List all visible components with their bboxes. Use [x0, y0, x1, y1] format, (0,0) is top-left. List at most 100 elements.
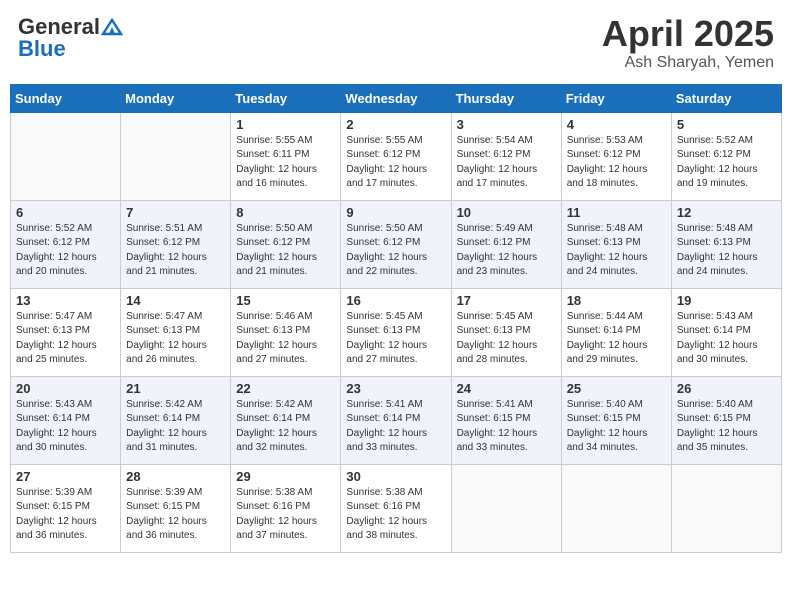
day-number: 18 [567, 293, 666, 308]
calendar-cell [121, 112, 231, 200]
weekday-header-monday: Monday [121, 84, 231, 112]
day-info: Sunrise: 5:38 AMSunset: 6:16 PMDaylight:… [236, 486, 335, 544]
calendar-cell: 3 Sunrise: 5:54 AMSunset: 6:12 PMDaylight… [451, 112, 561, 200]
day-number: 29 [236, 469, 335, 484]
calendar-cell [561, 464, 671, 552]
calendar-cell: 30 Sunrise: 5:38 AMSunset: 6:16 PMDayligh… [341, 464, 451, 552]
day-number: 21 [126, 381, 225, 396]
day-info: Sunrise: 5:52 AMSunset: 6:12 PMDaylight:… [677, 134, 776, 192]
day-number: 25 [567, 381, 666, 396]
day-number: 3 [457, 117, 556, 132]
day-info: Sunrise: 5:40 AMSunset: 6:15 PMDaylight:… [677, 398, 776, 456]
day-number: 10 [457, 205, 556, 220]
day-number: 19 [677, 293, 776, 308]
day-info: Sunrise: 5:53 AMSunset: 6:12 PMDaylight:… [567, 134, 666, 192]
day-info: Sunrise: 5:48 AMSunset: 6:13 PMDaylight:… [677, 222, 776, 280]
calendar-cell: 27 Sunrise: 5:39 AMSunset: 6:15 PMDayligh… [11, 464, 121, 552]
weekday-header-tuesday: Tuesday [231, 84, 341, 112]
day-info: Sunrise: 5:40 AMSunset: 6:15 PMDaylight:… [567, 398, 666, 456]
day-number: 28 [126, 469, 225, 484]
day-number: 6 [16, 205, 115, 220]
day-info: Sunrise: 5:38 AMSunset: 6:16 PMDaylight:… [346, 486, 445, 544]
day-number: 4 [567, 117, 666, 132]
weekday-header-row: SundayMondayTuesdayWednesdayThursdayFrid… [11, 84, 782, 112]
day-info: Sunrise: 5:48 AMSunset: 6:13 PMDaylight:… [567, 222, 666, 280]
calendar-cell: 13 Sunrise: 5:47 AMSunset: 6:13 PMDayligh… [11, 288, 121, 376]
calendar-cell: 10 Sunrise: 5:49 AMSunset: 6:12 PMDayligh… [451, 200, 561, 288]
calendar-subtitle: Ash Sharyah, Yemen [602, 54, 774, 72]
day-number: 14 [126, 293, 225, 308]
calendar-cell: 1 Sunrise: 5:55 AMSunset: 6:11 PMDaylight… [231, 112, 341, 200]
logo-blue: Blue [18, 36, 66, 62]
calendar-week-row: 27 Sunrise: 5:39 AMSunset: 6:15 PMDayligh… [11, 464, 782, 552]
day-number: 5 [677, 117, 776, 132]
day-info: Sunrise: 5:42 AMSunset: 6:14 PMDaylight:… [126, 398, 225, 456]
day-info: Sunrise: 5:42 AMSunset: 6:14 PMDaylight:… [236, 398, 335, 456]
day-info: Sunrise: 5:49 AMSunset: 6:12 PMDaylight:… [457, 222, 556, 280]
calendar-cell: 28 Sunrise: 5:39 AMSunset: 6:15 PMDayligh… [121, 464, 231, 552]
calendar-cell: 23 Sunrise: 5:41 AMSunset: 6:14 PMDayligh… [341, 376, 451, 464]
calendar-week-row: 13 Sunrise: 5:47 AMSunset: 6:13 PMDayligh… [11, 288, 782, 376]
calendar-cell: 8Sunrise: 5:50 AMSunset: 6:12 PMDaylight… [231, 200, 341, 288]
day-info: Sunrise: 5:45 AMSunset: 6:13 PMDaylight:… [346, 310, 445, 368]
day-number: 24 [457, 381, 556, 396]
calendar-cell: 17Sunrise: 5:45 AMSunset: 6:13 PMDayligh… [451, 288, 561, 376]
calendar-cell: 5 Sunrise: 5:52 AMSunset: 6:12 PMDaylight… [671, 112, 781, 200]
calendar-week-row: 20Sunrise: 5:43 AMSunset: 6:14 PMDayligh… [11, 376, 782, 464]
weekday-header-friday: Friday [561, 84, 671, 112]
calendar-cell: 26 Sunrise: 5:40 AMSunset: 6:15 PMDayligh… [671, 376, 781, 464]
day-info: Sunrise: 5:52 AMSunset: 6:12 PMDaylight:… [16, 222, 115, 280]
day-info: Sunrise: 5:47 AMSunset: 6:13 PMDaylight:… [126, 310, 225, 368]
calendar-cell: 11 Sunrise: 5:48 AMSunset: 6:13 PMDayligh… [561, 200, 671, 288]
day-info: Sunrise: 5:47 AMSunset: 6:13 PMDaylight:… [16, 310, 115, 368]
day-number: 22 [236, 381, 335, 396]
day-info: Sunrise: 5:41 AMSunset: 6:15 PMDaylight:… [457, 398, 556, 456]
weekday-header-thursday: Thursday [451, 84, 561, 112]
day-info: Sunrise: 5:45 AMSunset: 6:13 PMDaylight:… [457, 310, 556, 368]
logo: General Blue [18, 14, 124, 62]
calendar-cell [11, 112, 121, 200]
calendar-cell: 18 Sunrise: 5:44 AMSunset: 6:14 PMDayligh… [561, 288, 671, 376]
day-number: 1 [236, 117, 335, 132]
page-header: General Blue April 2025 Ash Sharyah, Yem… [10, 10, 782, 76]
calendar-cell: 6 Sunrise: 5:52 AMSunset: 6:12 PMDaylight… [11, 200, 121, 288]
calendar-week-row: 1 Sunrise: 5:55 AMSunset: 6:11 PMDaylight… [11, 112, 782, 200]
calendar-cell: 15Sunrise: 5:46 AMSunset: 6:13 PMDayligh… [231, 288, 341, 376]
title-block: April 2025 Ash Sharyah, Yemen [602, 14, 774, 72]
day-number: 13 [16, 293, 115, 308]
day-info: Sunrise: 5:50 AMSunset: 6:12 PMDaylight:… [236, 222, 335, 280]
calendar-cell: 9 Sunrise: 5:50 AMSunset: 6:12 PMDaylight… [341, 200, 451, 288]
calendar-cell: 16Sunrise: 5:45 AMSunset: 6:13 PMDayligh… [341, 288, 451, 376]
day-info: Sunrise: 5:55 AMSunset: 6:11 PMDaylight:… [236, 134, 335, 192]
day-number: 30 [346, 469, 445, 484]
calendar-cell: 25 Sunrise: 5:40 AMSunset: 6:15 PMDayligh… [561, 376, 671, 464]
calendar-cell: 19 Sunrise: 5:43 AMSunset: 6:14 PMDayligh… [671, 288, 781, 376]
calendar-cell: 21 Sunrise: 5:42 AMSunset: 6:14 PMDayligh… [121, 376, 231, 464]
day-number: 7 [126, 205, 225, 220]
day-info: Sunrise: 5:54 AMSunset: 6:12 PMDaylight:… [457, 134, 556, 192]
day-info: Sunrise: 5:39 AMSunset: 6:15 PMDaylight:… [16, 486, 115, 544]
calendar-cell: 12 Sunrise: 5:48 AMSunset: 6:13 PMDayligh… [671, 200, 781, 288]
weekday-header-saturday: Saturday [671, 84, 781, 112]
calendar-cell: 20Sunrise: 5:43 AMSunset: 6:14 PMDayligh… [11, 376, 121, 464]
day-info: Sunrise: 5:41 AMSunset: 6:14 PMDaylight:… [346, 398, 445, 456]
day-info: Sunrise: 5:44 AMSunset: 6:14 PMDaylight:… [567, 310, 666, 368]
calendar-cell [451, 464, 561, 552]
calendar-title: April 2025 [602, 14, 774, 54]
day-number: 9 [346, 205, 445, 220]
day-info: Sunrise: 5:50 AMSunset: 6:12 PMDaylight:… [346, 222, 445, 280]
day-number: 23 [346, 381, 445, 396]
calendar-cell: 7Sunrise: 5:51 AMSunset: 6:12 PMDaylight… [121, 200, 231, 288]
day-number: 26 [677, 381, 776, 396]
weekday-header-sunday: Sunday [11, 84, 121, 112]
day-number: 11 [567, 205, 666, 220]
day-info: Sunrise: 5:55 AMSunset: 6:12 PMDaylight:… [346, 134, 445, 192]
day-info: Sunrise: 5:43 AMSunset: 6:14 PMDaylight:… [677, 310, 776, 368]
day-number: 27 [16, 469, 115, 484]
day-number: 12 [677, 205, 776, 220]
day-number: 15 [236, 293, 335, 308]
day-info: Sunrise: 5:39 AMSunset: 6:15 PMDaylight:… [126, 486, 225, 544]
calendar-cell: 29 Sunrise: 5:38 AMSunset: 6:16 PMDayligh… [231, 464, 341, 552]
weekday-header-wednesday: Wednesday [341, 84, 451, 112]
calendar-cell [671, 464, 781, 552]
